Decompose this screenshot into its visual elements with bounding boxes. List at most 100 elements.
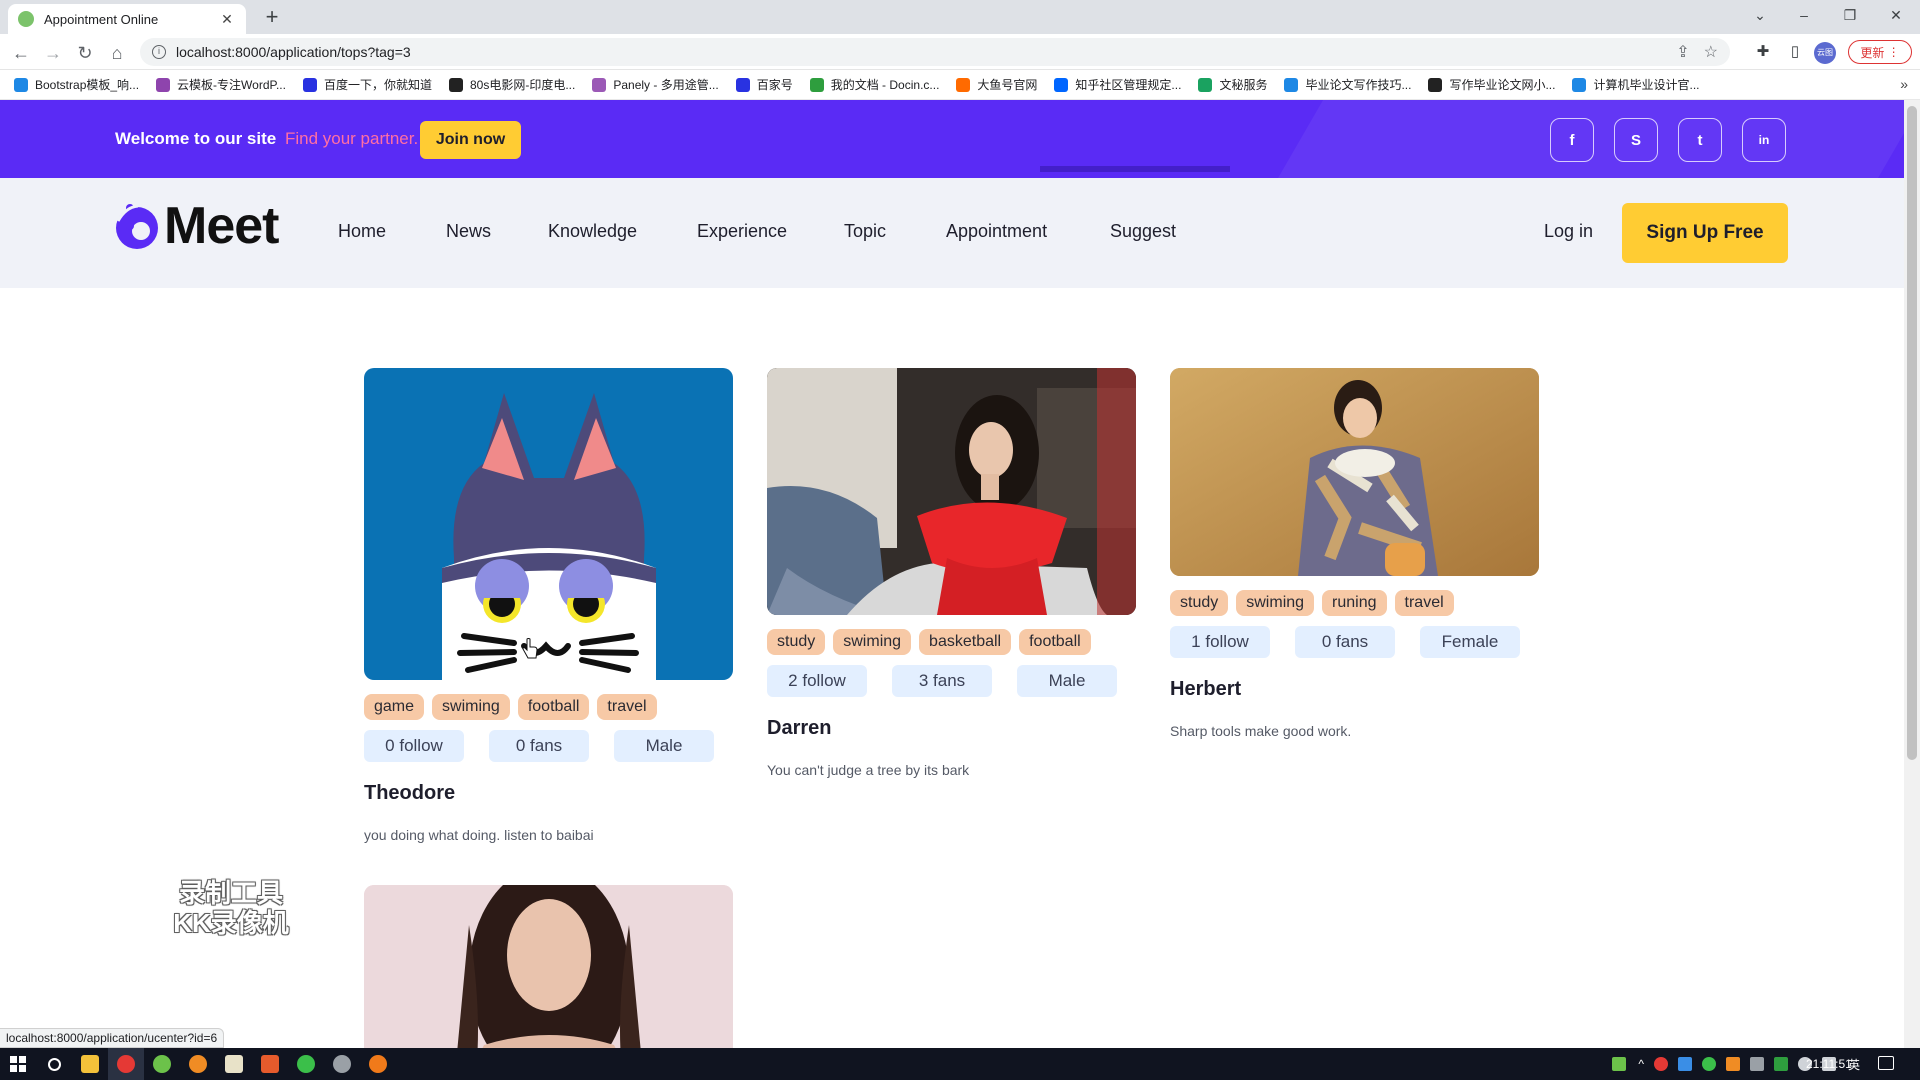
site-info-icon[interactable]: i [152, 45, 166, 59]
profile-card[interactable]: game swiming football travel 0 follow 0 fan… [364, 368, 733, 843]
bookmark-item[interactable]: 我的文档 - Docin.c... [809, 76, 939, 93]
interest-tag[interactable]: travel [597, 694, 657, 720]
skype-icon[interactable]: S [1614, 118, 1658, 162]
bookmark-item[interactable]: Bootstrap模板_响... [14, 76, 139, 93]
nav-experience[interactable]: Experience [697, 221, 787, 242]
site-logo[interactable]: Meet [112, 200, 279, 252]
login-link[interactable]: Log in [1544, 221, 1593, 242]
profile-photo[interactable] [364, 885, 733, 1048]
bookmark-star-icon[interactable]: ☆ [1704, 42, 1718, 62]
page-scrollbar[interactable] [1904, 100, 1920, 1048]
nav-news[interactable]: News [446, 221, 491, 242]
bookmark-item[interactable]: 写作毕业论文网小... [1428, 76, 1555, 93]
facebook-icon[interactable]: f [1550, 118, 1594, 162]
notification-center-icon[interactable] [1878, 1056, 1894, 1070]
bookmark-item[interactable]: Panely - 多用途管... [592, 76, 719, 93]
interest-tag[interactable]: swiming [432, 694, 510, 720]
address-bar[interactable]: i localhost:8000/application/tops?tag=3 … [140, 38, 1730, 66]
fans-count[interactable]: 0 fans [489, 730, 589, 762]
share-icon[interactable]: ⇪ [1676, 42, 1689, 62]
follow-count[interactable]: 0 follow [364, 730, 464, 762]
nav-knowledge[interactable]: Knowledge [548, 221, 637, 242]
url-text[interactable]: localhost:8000/application/tops?tag=3 [176, 44, 1662, 60]
profile-photo[interactable] [767, 368, 1136, 615]
new-tab-icon[interactable]: + [260, 6, 284, 28]
interest-tag[interactable]: swiming [1236, 590, 1315, 616]
bookmark-item[interactable]: 毕业论文写作技巧... [1284, 76, 1411, 93]
app-red-icon[interactable] [252, 1048, 288, 1080]
profile-card[interactable]: study swiming runing travel 1 follow 0 fans… [1170, 368, 1539, 739]
profile-avatar[interactable]: 云图 [1814, 42, 1836, 64]
close-window-icon[interactable]: ✕ [1876, 4, 1916, 26]
bookmark-item[interactable]: 大鱼号官网 [956, 76, 1037, 93]
battery-icon[interactable] [1612, 1057, 1627, 1071]
more-bookmarks-icon[interactable]: » [1900, 76, 1908, 92]
file-explorer-icon[interactable] [72, 1048, 108, 1080]
interest-tag[interactable]: basketball [919, 629, 1012, 655]
forward-icon[interactable]: → [40, 40, 66, 66]
profile-photo[interactable] [1170, 368, 1539, 576]
interest-tag[interactable]: football [517, 694, 590, 720]
interest-tag[interactable]: game [364, 694, 425, 720]
tab-search-icon[interactable]: ⌄ [1740, 4, 1780, 26]
back-icon[interactable]: ← [8, 40, 34, 66]
interest-tag[interactable]: travel [1394, 590, 1454, 616]
app-search-orange-icon[interactable] [180, 1048, 216, 1080]
find-partner-link[interactable]: Find your partner. [285, 129, 418, 148]
interest-tag[interactable]: study [1170, 590, 1229, 616]
interest-tag[interactable]: study [767, 629, 826, 655]
home-icon[interactable]: ⌂ [104, 40, 130, 66]
interest-tag[interactable]: football [1019, 629, 1091, 655]
nav-suggest[interactable]: Suggest [1110, 221, 1176, 242]
wechat-icon[interactable] [288, 1048, 324, 1080]
twitter-icon[interactable]: t [1678, 118, 1722, 162]
system-clock[interactable]: 21:11:51 [1806, 1057, 1852, 1071]
profile-card[interactable]: study swiming basketball football 2 follow … [767, 368, 1136, 778]
tray-wechat-icon[interactable] [1701, 1057, 1716, 1071]
tray-app-green-icon[interactable] [1773, 1057, 1788, 1071]
bookmark-item[interactable]: 80s电影网-印度电... [448, 76, 575, 93]
chrome-icon[interactable] [108, 1048, 144, 1080]
sidebar-icon[interactable]: ▯ [1784, 42, 1806, 60]
tray-device-icon[interactable] [1749, 1057, 1764, 1071]
fans-count[interactable]: 3 fans [892, 665, 992, 697]
nav-appointment[interactable]: Appointment [946, 221, 1047, 242]
follow-count[interactable]: 2 follow [767, 665, 867, 697]
interest-tag[interactable]: swiming [833, 629, 912, 655]
fans-count[interactable]: 0 fans [1295, 626, 1395, 658]
join-now-button[interactable]: Join now [420, 121, 521, 159]
follow-count[interactable]: 1 follow [1170, 626, 1270, 658]
restore-icon[interactable]: ❐ [1830, 4, 1870, 26]
search-icon[interactable] [36, 1048, 72, 1080]
bookmark-item[interactable]: 云模板-专注WordP... [156, 76, 286, 93]
app-green-icon[interactable] [144, 1048, 180, 1080]
interest-tag[interactable]: runing [1322, 590, 1387, 616]
tray-expand-icon[interactable]: ^ [1638, 1057, 1644, 1071]
scrollbar-thumb[interactable] [1907, 106, 1917, 760]
profile-name[interactable]: Darren [767, 717, 1136, 740]
profile-card[interactable] [364, 885, 733, 1048]
extensions-icon[interactable]: ✚ [1752, 42, 1774, 60]
start-icon[interactable] [0, 1048, 36, 1080]
close-tab-icon[interactable]: ✕ [218, 11, 236, 28]
tray-app-blue-icon[interactable] [1677, 1057, 1692, 1071]
profile-name[interactable]: Theodore [364, 782, 733, 805]
minimize-icon[interactable]: – [1784, 4, 1824, 26]
bookmark-item[interactable]: 知乎社区管理规定... [1054, 76, 1181, 93]
bookmark-item[interactable]: 百家号 [735, 76, 793, 93]
signup-button[interactable]: Sign Up Free [1622, 203, 1788, 263]
browser-tab-active[interactable]: Appointment Online ✕ [8, 4, 246, 34]
profile-photo[interactable] [364, 368, 733, 680]
bookmark-item[interactable]: 计算机毕业设计官... [1572, 76, 1700, 93]
tray-app-red-icon[interactable] [1653, 1057, 1668, 1071]
recorder-icon[interactable] [360, 1048, 396, 1080]
update-button[interactable]: 更新 ⋮ [1848, 40, 1912, 64]
linkedin-icon[interactable]: in [1742, 118, 1786, 162]
tray-app-orange-icon[interactable] [1725, 1057, 1740, 1071]
nav-home[interactable]: Home [338, 221, 386, 242]
profile-name[interactable]: Herbert [1170, 678, 1539, 701]
nav-topic[interactable]: Topic [844, 221, 886, 242]
reload-icon[interactable]: ↻ [72, 40, 98, 66]
settings-icon[interactable] [324, 1048, 360, 1080]
notepad-icon[interactable] [216, 1048, 252, 1080]
